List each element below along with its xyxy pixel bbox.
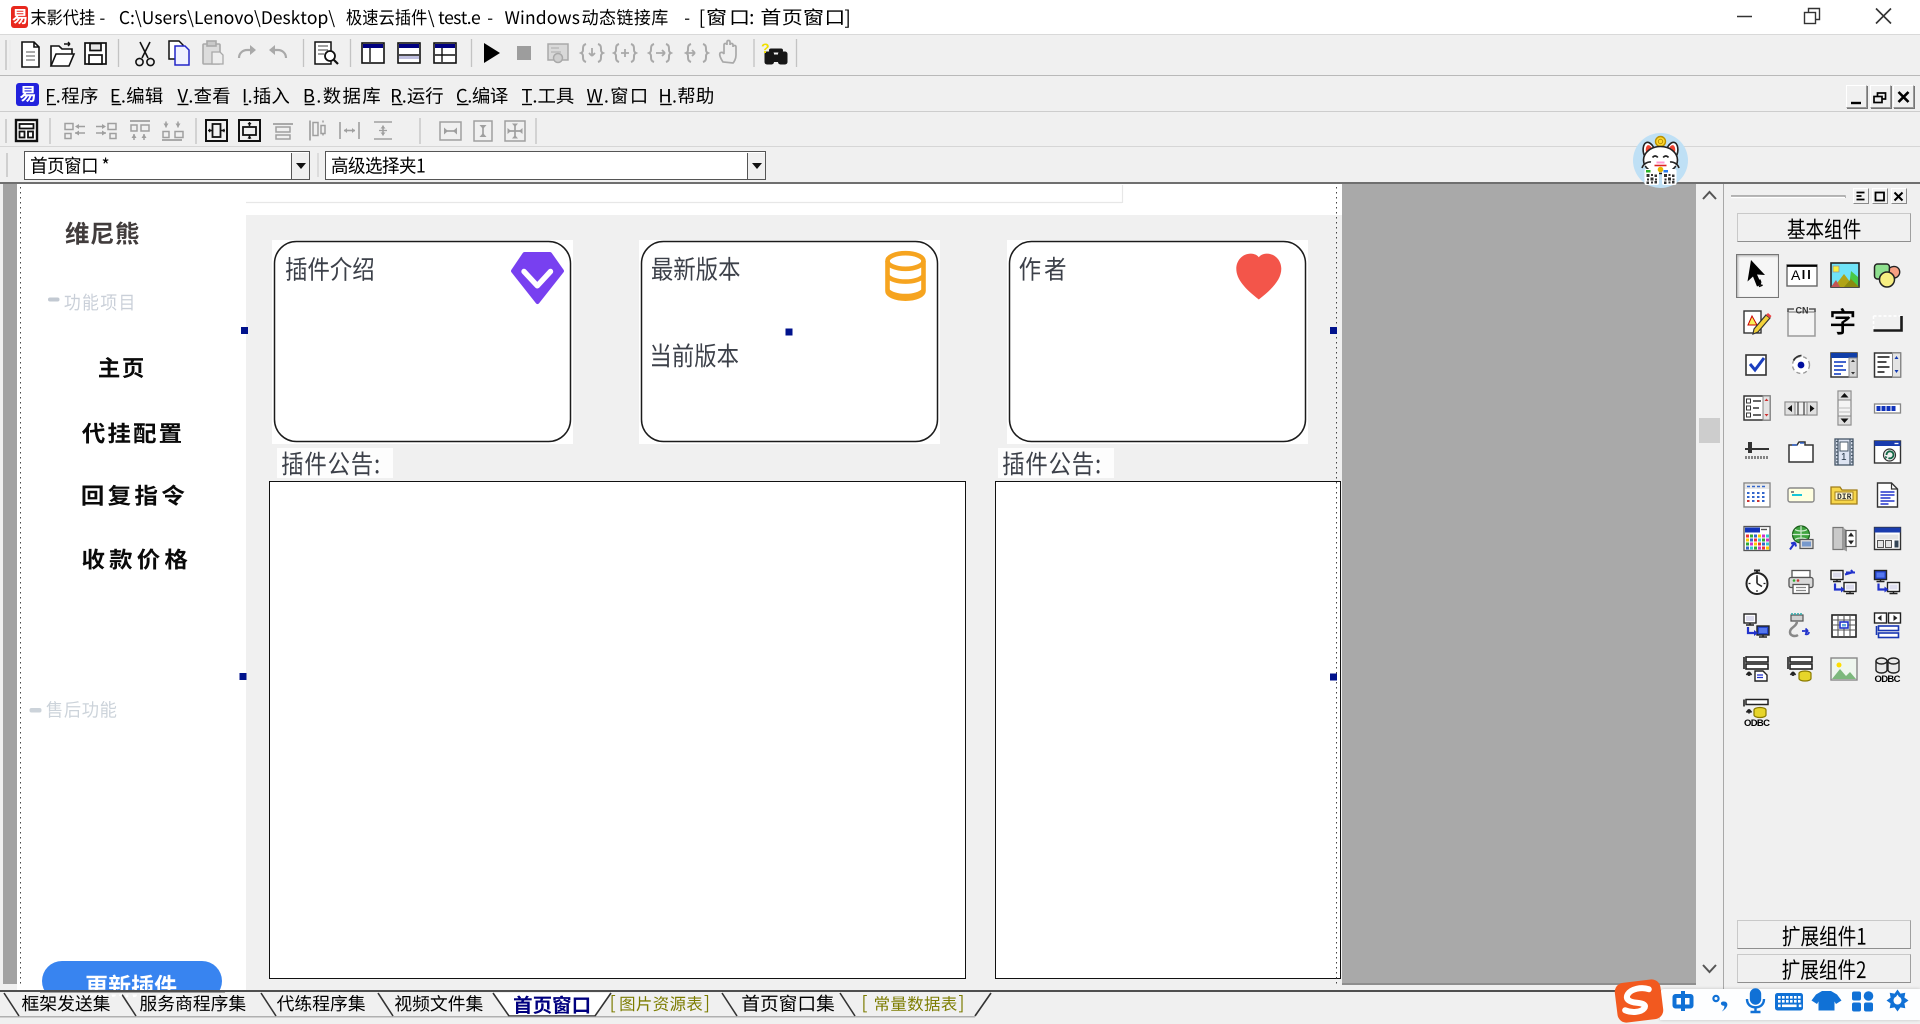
svg-text:1: 1 [1841, 452, 1847, 463]
svg-text:A: A [1791, 267, 1801, 283]
svg-text:DIR: DIR [1837, 493, 1852, 502]
svg-text:ODBC: ODBC [1744, 718, 1770, 729]
svg-text:CN: CN [1796, 306, 1809, 316]
svg-text:?: ? [761, 40, 770, 56]
svg-text:ODBC: ODBC [1875, 674, 1901, 685]
